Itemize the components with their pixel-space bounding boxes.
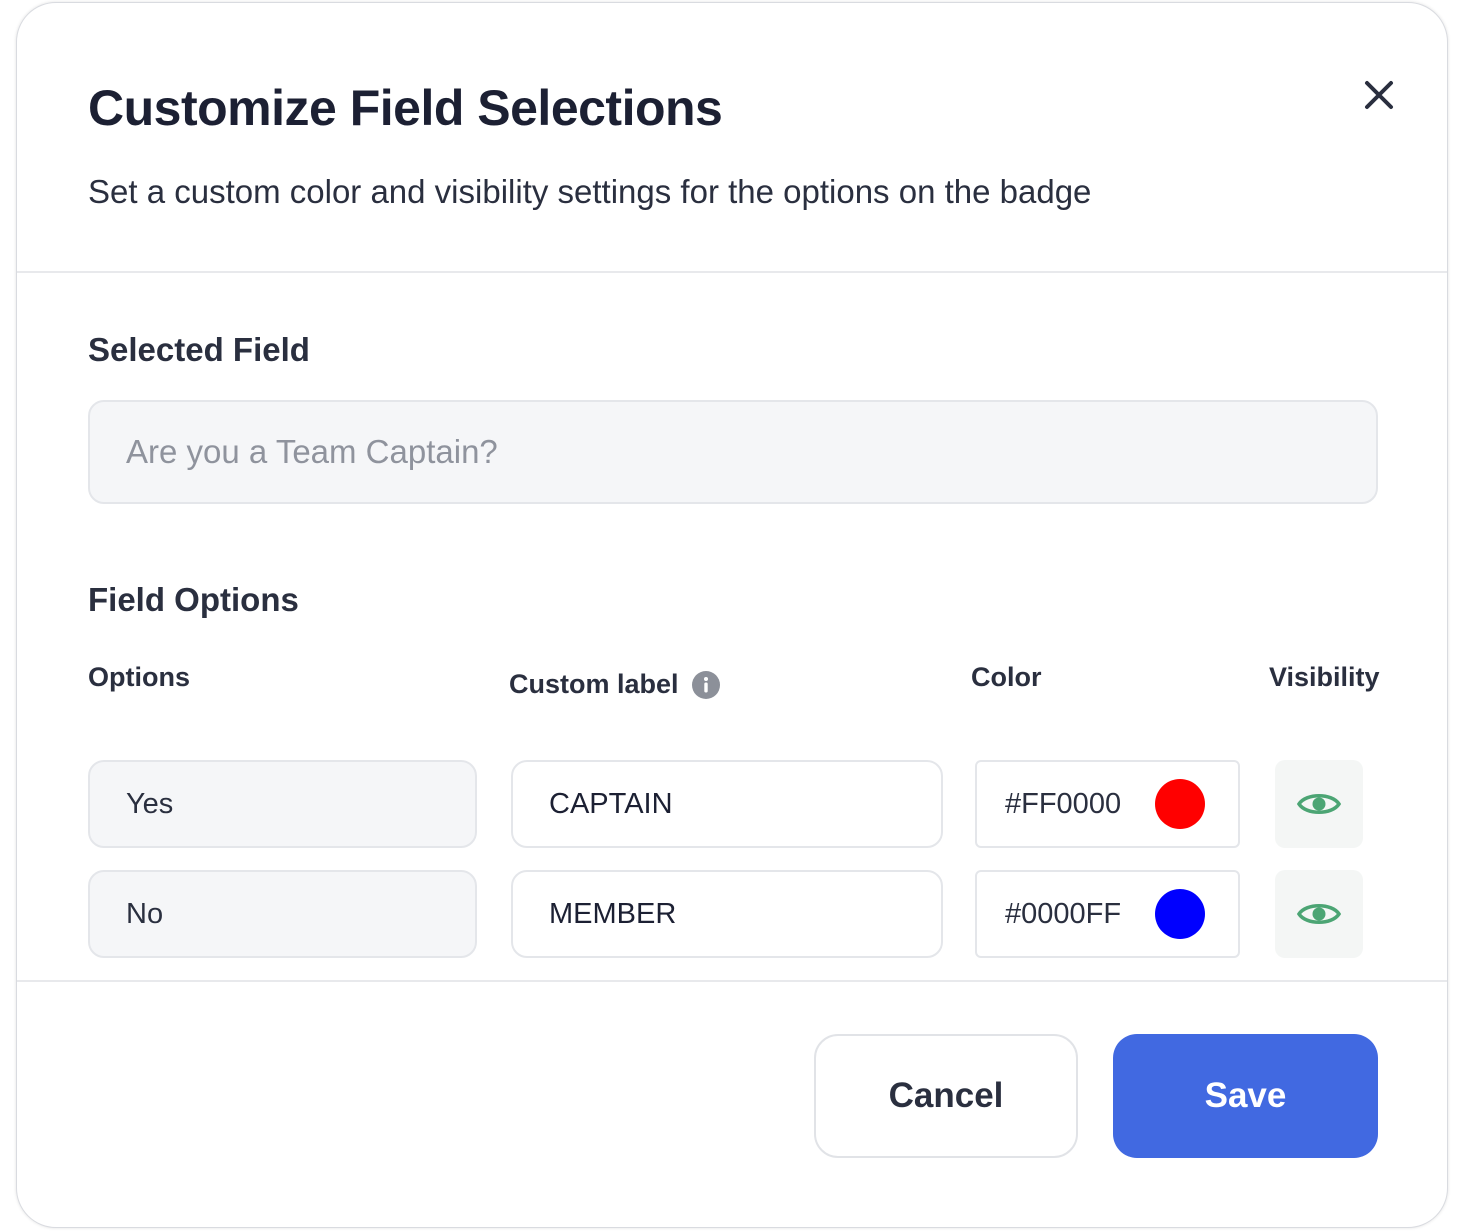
color-hex-text: #FF0000: [1005, 787, 1122, 820]
field-options-label: Field Options: [88, 581, 299, 618]
column-header-visibility-text: Visibility: [1269, 662, 1380, 692]
selected-field-input[interactable]: [88, 400, 1378, 504]
selected-field-label: Selected Field: [88, 331, 310, 368]
option-value: No: [88, 870, 477, 958]
column-header-visibility: Visibility: [1269, 662, 1380, 693]
custom-label-input[interactable]: [511, 870, 943, 958]
footer-divider: [17, 980, 1447, 982]
column-header-options-text: Options: [88, 662, 190, 692]
visibility-toggle[interactable]: [1275, 870, 1363, 958]
option-value-text: No: [126, 897, 164, 930]
color-hex-text: #0000FF: [1005, 897, 1122, 930]
column-header-color-text: Color: [971, 662, 1042, 692]
eye-icon: [1297, 904, 1341, 924]
close-icon: [1365, 81, 1393, 109]
color-picker[interactable]: #FF0000: [975, 760, 1240, 848]
column-header-custom-label: Custom label: [509, 669, 721, 700]
eye-icon: [1297, 794, 1341, 814]
dialog-title: Customize Field Selections: [88, 80, 723, 136]
custom-label-input[interactable]: [511, 760, 943, 848]
option-value: Yes: [88, 760, 477, 848]
color-swatch[interactable]: [1155, 779, 1205, 829]
color-swatch[interactable]: [1155, 889, 1205, 939]
info-icon[interactable]: [691, 670, 721, 700]
close-button[interactable]: [1357, 73, 1401, 117]
color-picker[interactable]: #0000FF: [975, 870, 1240, 958]
column-header-color: Color: [971, 662, 1042, 693]
dialog-subtitle: Set a custom color and visibility settin…: [88, 173, 1092, 210]
customize-field-dialog: Customize Field Selections Set a custom …: [16, 2, 1448, 1228]
column-header-options: Options: [88, 662, 190, 693]
option-value-text: Yes: [126, 787, 174, 820]
cancel-button[interactable]: Cancel: [814, 1034, 1078, 1158]
header-divider: [17, 271, 1447, 273]
column-header-custom-label-text: Custom label: [509, 669, 679, 699]
visibility-toggle[interactable]: [1275, 760, 1363, 848]
save-button[interactable]: Save: [1113, 1034, 1378, 1158]
